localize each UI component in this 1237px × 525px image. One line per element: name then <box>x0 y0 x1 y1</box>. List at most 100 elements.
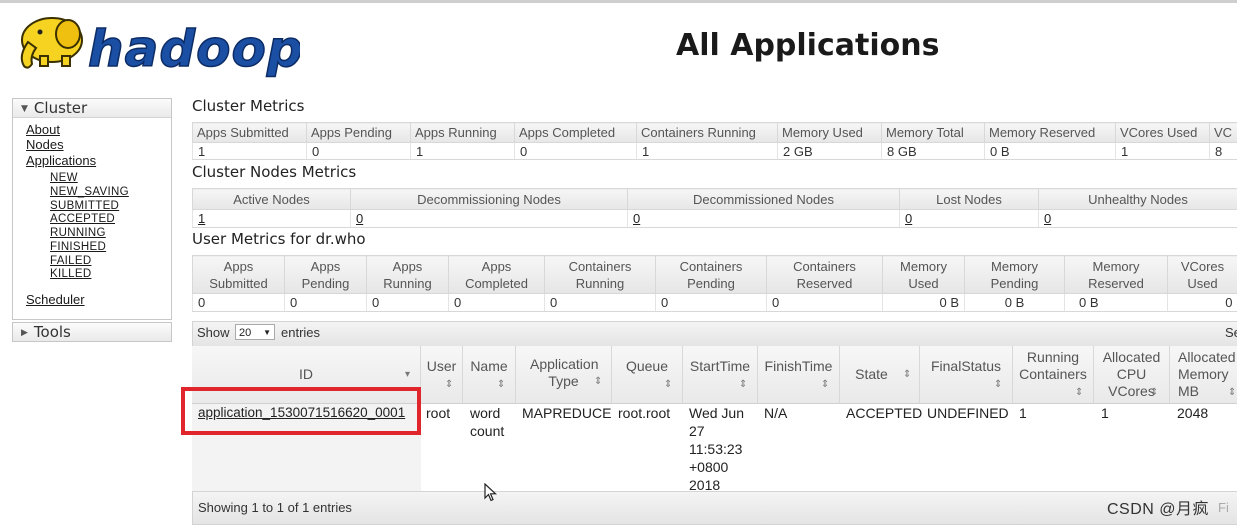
page-size-value: 20 <box>239 327 251 339</box>
col-type-header[interactable]: Application Type ⇕ <box>516 346 612 404</box>
nav-state-running[interactable]: RUNNING <box>50 227 106 239</box>
col-starttime-header[interactable]: StartTime ⇕ <box>683 346 758 404</box>
col-vcores-header[interactable]: Allocated CPU VCores ⇕ <box>1094 346 1170 404</box>
cell-name: word count <box>470 404 512 440</box>
nav-scheduler[interactable]: Scheduler <box>26 292 85 307</box>
nav-state-killed[interactable]: KILLED <box>50 268 91 280</box>
cell-type: MAPREDUCE <box>522 404 611 422</box>
user-metric-value: 0 B <box>883 294 965 312</box>
nav-state-accepted[interactable]: ACCEPTED <box>50 213 115 225</box>
user-metric-header: Apps Running <box>367 256 449 294</box>
nav-state-finished[interactable]: FINISHED <box>50 241 106 253</box>
metric-header: Apps Running <box>411 123 515 143</box>
col-queue-header[interactable]: Queue ⇕ <box>612 346 683 404</box>
col-label: Allocated Memory MB <box>1170 349 1237 400</box>
dropdown-arrow-icon: ▼ <box>263 325 271 341</box>
col-name-header[interactable]: Name ⇕ <box>463 346 516 404</box>
cluster-nav-header[interactable]: ▼ Cluster <box>13 99 171 118</box>
nodes-header: Unhealthy Nodes <box>1039 189 1237 210</box>
metric-value: 0 <box>515 143 637 160</box>
apps-toolbar: Show entries Se <box>192 321 1237 347</box>
showing-entries-text: Showing 1 to 1 of 1 entries <box>198 500 352 515</box>
mouse-cursor-icon <box>484 483 498 503</box>
user-metric-header: Memory Used <box>883 256 965 294</box>
nav-applications[interactable]: Applications <box>26 153 96 168</box>
nav-state-failed[interactable]: FAILED <box>50 255 91 267</box>
col-finalstatus-header[interactable]: FinalStatus ⇕ <box>920 346 1013 404</box>
decommissioned-nodes-link[interactable]: 0 <box>633 211 640 226</box>
col-label: StartTime <box>683 358 757 375</box>
col-label: User <box>421 358 462 375</box>
sort-icon: ⇕ <box>821 376 829 393</box>
tools-nav-header[interactable]: ▶Tools <box>13 323 171 341</box>
user-metric-value: 0 <box>656 294 767 312</box>
sort-icon: ⇕ <box>1228 384 1236 401</box>
metric-value: 2 GB <box>778 143 882 160</box>
metric-header: VC <box>1210 123 1237 143</box>
nav-state-new[interactable]: NEW <box>50 172 78 184</box>
nav-state-submitted[interactable]: SUBMITTED <box>50 200 119 212</box>
col-label: FinishTime <box>758 358 839 375</box>
nodes-header: Lost Nodes <box>900 189 1039 210</box>
top-border <box>0 0 1237 3</box>
user-metric-header: Containers Reserved <box>767 256 883 294</box>
lost-nodes-link[interactable]: 0 <box>905 211 912 226</box>
metric-header: Apps Pending <box>307 123 411 143</box>
metric-header: Apps Submitted <box>193 123 307 143</box>
unhealthy-nodes-link[interactable]: 0 <box>1044 211 1051 226</box>
metric-value: 8 GB <box>882 143 985 160</box>
metric-value: 1 <box>193 143 307 160</box>
sort-icon: ⇕ <box>497 376 505 393</box>
metric-header: Memory Total <box>882 123 985 143</box>
col-label: FinalStatus <box>920 358 1012 375</box>
cluster-metrics-table: Apps Submitted Apps Pending Apps Running… <box>192 122 1237 160</box>
page-title: All Applications <box>676 28 939 63</box>
col-label: Name <box>463 358 515 375</box>
col-label: Running Containers <box>1013 349 1093 383</box>
search-label: Se <box>1225 325 1237 340</box>
cell-memory: 2048 <box>1177 404 1208 422</box>
user-metric-header: VCores Used <box>1168 256 1237 294</box>
sort-icon: ⇕ <box>1075 384 1083 401</box>
metric-header: Memory Used <box>778 123 882 143</box>
cluster-metrics-title: Cluster Metrics <box>192 97 304 115</box>
nodes-header: Active Nodes <box>193 189 351 210</box>
col-finishtime-header[interactable]: FinishTime ⇕ <box>758 346 840 404</box>
col-user-header[interactable]: User ⇕ <box>421 346 463 404</box>
sort-icon: ⇕ <box>903 366 911 383</box>
page-size-select[interactable]: 20 ▼ <box>235 324 275 340</box>
pagination-first[interactable]: Fi <box>1218 500 1229 515</box>
user-metric-header: Containers Running <box>545 256 656 294</box>
triangle-down-icon: ▼ <box>21 104 28 114</box>
metric-value: 1 <box>637 143 778 160</box>
cell-finalstatus: UNDEFINED <box>927 404 1009 422</box>
metric-value: 1 <box>411 143 515 160</box>
user-metric-value: 0 B <box>965 294 1065 312</box>
nav-about[interactable]: About <box>26 122 60 137</box>
nav-state-new-saving[interactable]: NEW_SAVING <box>50 186 129 198</box>
col-state-header[interactable]: State ⇕ <box>840 346 920 404</box>
cell-starttime: Wed Jun 27 11:53:23 +0800 2018 <box>689 404 751 494</box>
user-metric-header: Apps Pending <box>285 256 367 294</box>
active-nodes-link[interactable]: 1 <box>198 211 205 226</box>
cluster-label: Cluster <box>34 99 87 117</box>
decommissioning-nodes-link[interactable]: 0 <box>356 211 363 226</box>
metric-header: Apps Completed <box>515 123 637 143</box>
user-metric-value: 0 <box>545 294 656 312</box>
user-metric-header: Memory Reserved <box>1065 256 1168 294</box>
col-label: ID <box>192 366 420 383</box>
highlight-box <box>181 387 421 435</box>
user-metrics-table: Apps Submitted Apps Pending Apps Running… <box>192 255 1237 312</box>
col-memory-header[interactable]: Allocated Memory MB ⇕ <box>1170 346 1237 404</box>
col-running-containers-header[interactable]: Running Containers ⇕ <box>1013 346 1094 404</box>
cell-vcores: 1 <box>1101 404 1109 422</box>
user-metric-header: Apps Completed <box>449 256 545 294</box>
tools-label: Tools <box>34 323 71 341</box>
hadoop-logo: hadoop <box>10 8 300 78</box>
nav-nodes[interactable]: Nodes <box>26 137 64 152</box>
user-metric-value: 0 <box>449 294 545 312</box>
logo-text: hadoop <box>88 20 300 78</box>
sort-icon: ⇕ <box>1150 384 1158 401</box>
metric-value: 1 <box>1116 143 1210 160</box>
cell-state: ACCEPTED <box>846 404 922 422</box>
